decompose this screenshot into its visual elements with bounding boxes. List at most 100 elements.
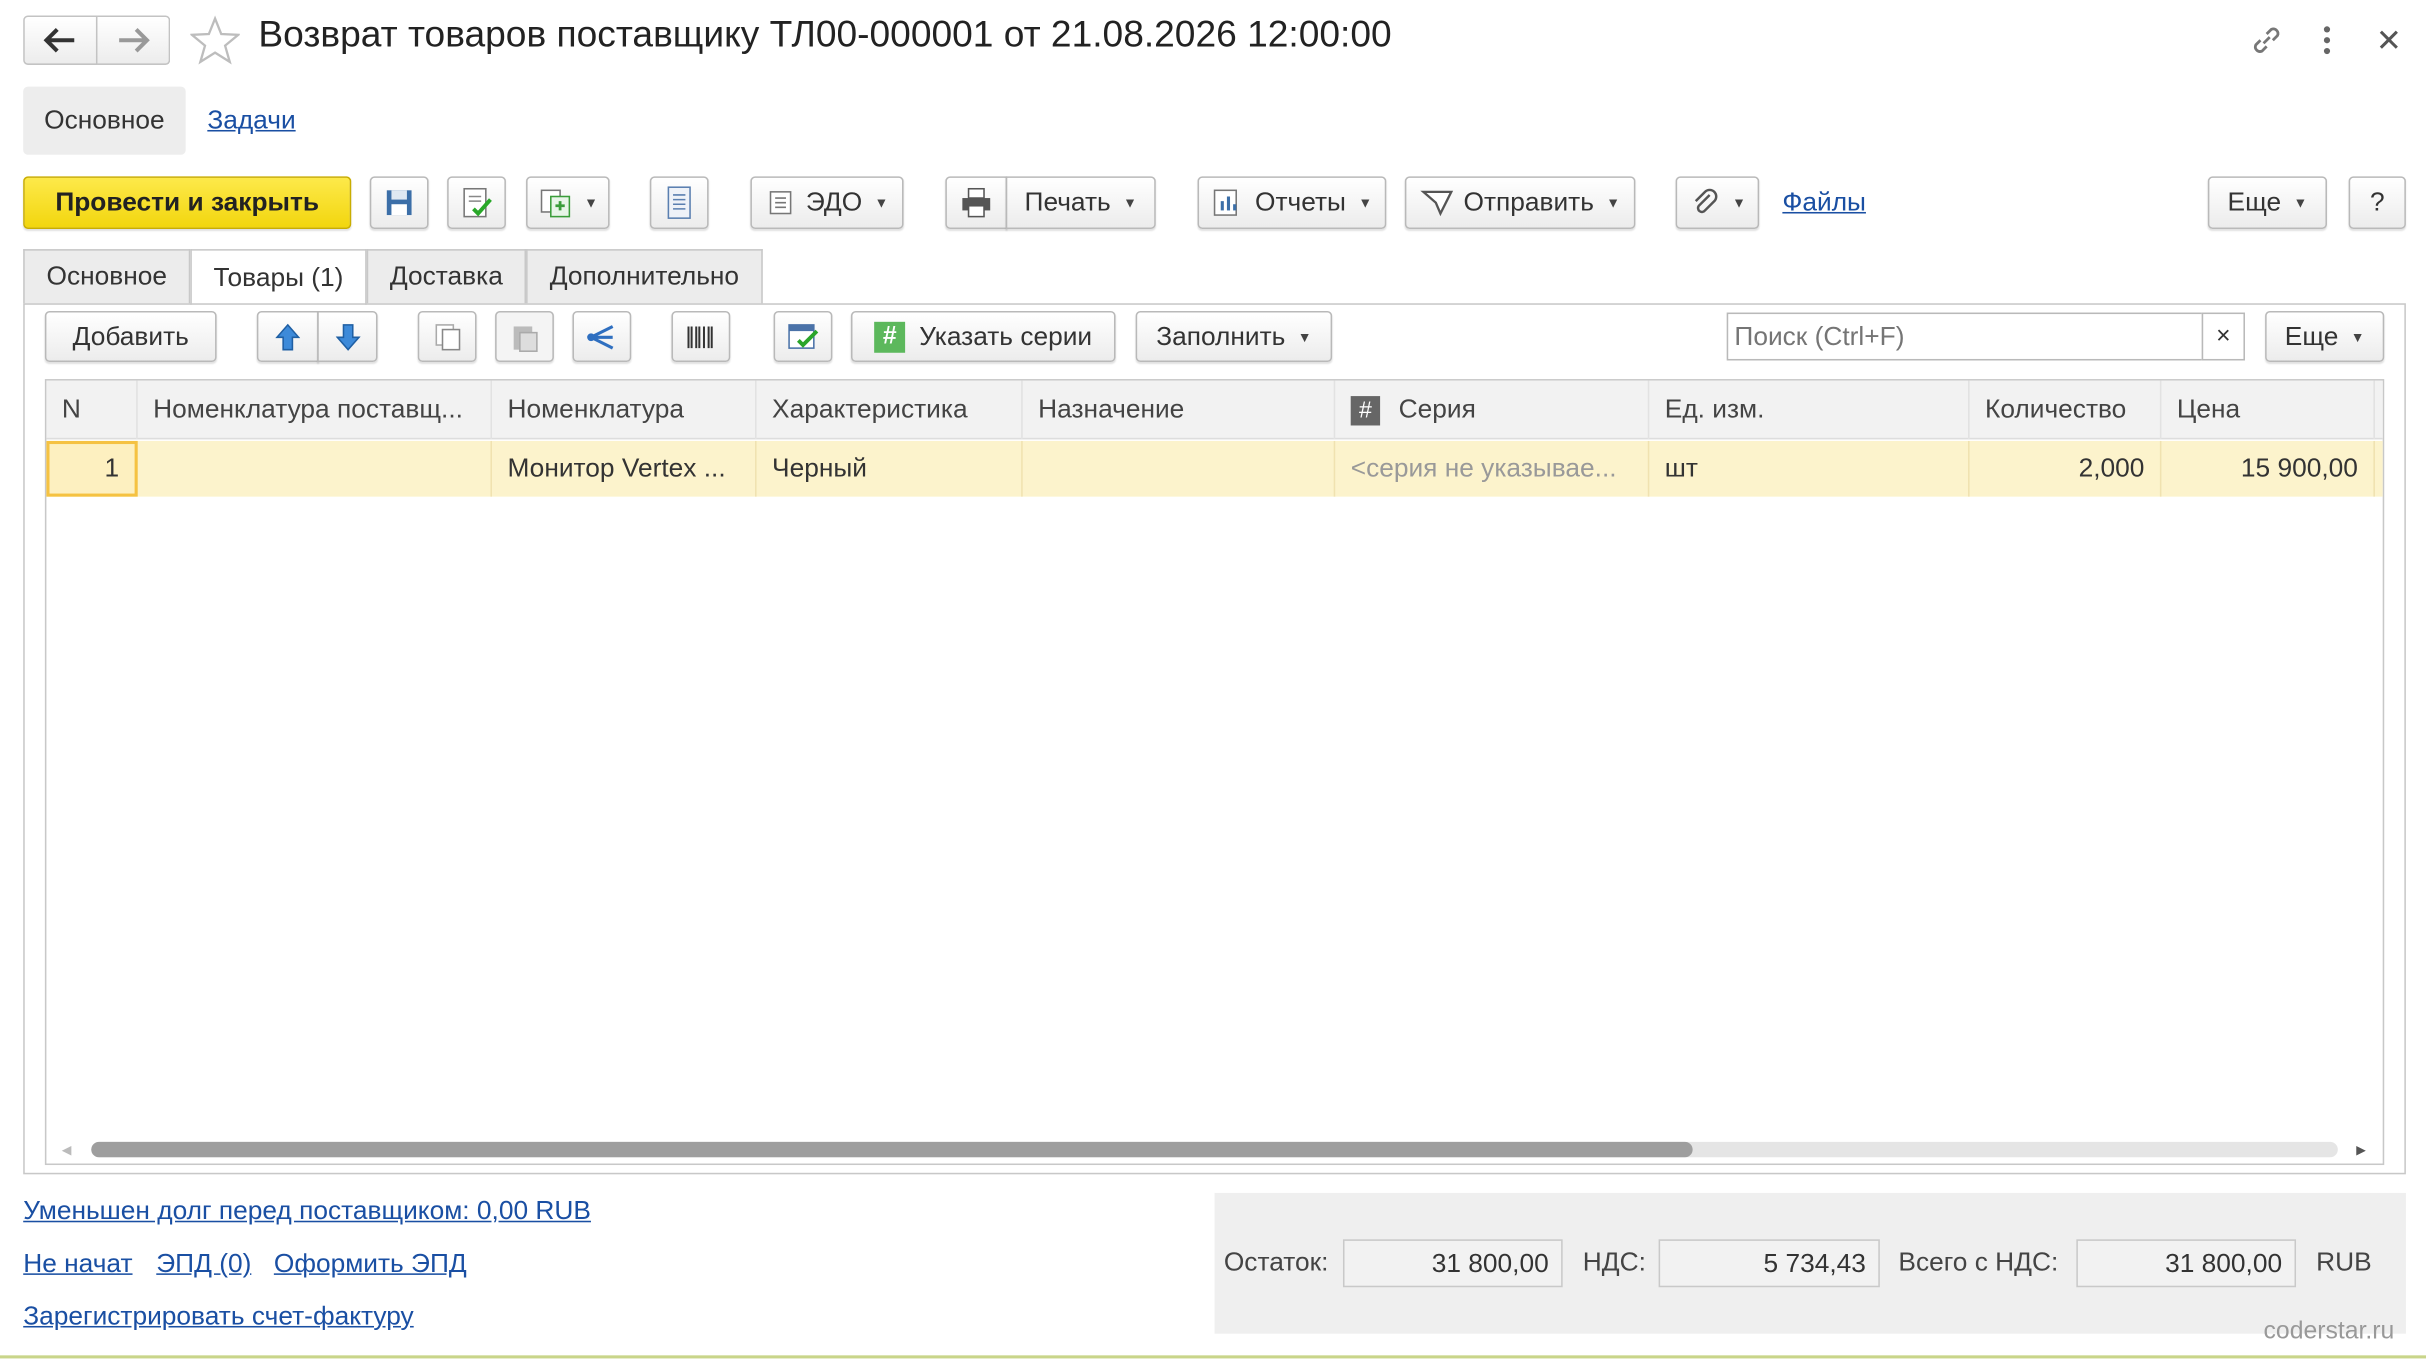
cell-text: 2,000 bbox=[2078, 453, 2145, 483]
save-button[interactable] bbox=[369, 176, 429, 229]
more-vertical-icon[interactable] bbox=[2315, 22, 2340, 59]
link-icon[interactable] bbox=[2248, 22, 2285, 59]
column-header-unit[interactable]: Ед. изм. bbox=[1649, 380, 1970, 440]
column-header-nomenclature[interactable]: Номенклатура bbox=[492, 380, 757, 440]
structure-button[interactable] bbox=[649, 176, 709, 229]
scroll-left-arrow[interactable]: ◀ bbox=[56, 1139, 78, 1161]
epd-link[interactable]: ЭПД (0) bbox=[156, 1249, 251, 1280]
share-icon bbox=[587, 324, 614, 349]
column-header-characteristic[interactable]: Характеристика bbox=[757, 380, 1023, 440]
vat-field: 5 734,43 bbox=[1658, 1239, 1880, 1288]
fill-button[interactable]: Заполнить ▼ bbox=[1135, 310, 1333, 363]
more-button[interactable]: Еще ▼ bbox=[2207, 176, 2327, 229]
post-and-close-label: Провести и закрыть bbox=[55, 187, 320, 217]
cell-text: 15 900,00 bbox=[2240, 453, 2358, 483]
status-link[interactable]: Не начат bbox=[23, 1249, 132, 1280]
close-icon[interactable]: ✕ bbox=[2372, 22, 2406, 59]
tab-main[interactable]: Основное bbox=[23, 249, 191, 304]
paste-button[interactable] bbox=[495, 310, 554, 363]
paperclip-icon bbox=[1694, 188, 1717, 214]
register-invoice-link[interactable]: Зарегистрировать счет-фактуру bbox=[23, 1301, 413, 1332]
move-up-button[interactable] bbox=[256, 310, 319, 363]
balance-label: Остаток: bbox=[1223, 1247, 1329, 1277]
save-icon bbox=[386, 190, 412, 216]
table-more-button[interactable]: Еще ▼ bbox=[2265, 310, 2385, 363]
column-header-label: Цена bbox=[2176, 394, 2241, 424]
nav-tab-main[interactable]: Основное bbox=[23, 86, 186, 155]
debt-link[interactable]: Уменьшен долг перед поставщиком: 0,00 RU… bbox=[23, 1196, 591, 1227]
column-header-label: Назначение bbox=[1038, 394, 1185, 424]
clear-icon: × bbox=[2216, 322, 2231, 349]
send-button[interactable]: Отправить ▼ bbox=[1404, 176, 1636, 229]
move-down-button[interactable] bbox=[317, 310, 378, 363]
specify-series-button[interactable]: # Указать серии bbox=[850, 310, 1116, 363]
reports-button[interactable]: Отчеты ▼ bbox=[1197, 176, 1387, 229]
check-button[interactable] bbox=[773, 310, 833, 363]
files-link[interactable]: Файлы bbox=[1782, 187, 1866, 218]
column-header-label: Характеристика bbox=[772, 394, 968, 424]
scrollbar-thumb[interactable] bbox=[91, 1141, 1693, 1158]
edo-label: ЭДО bbox=[805, 187, 863, 217]
tab-delivery[interactable]: Доставка bbox=[366, 249, 527, 304]
add-button[interactable]: Добавить bbox=[44, 310, 217, 363]
arrow-down-icon bbox=[334, 323, 360, 351]
forward-button[interactable] bbox=[97, 15, 171, 65]
horizontal-scrollbar[interactable] bbox=[91, 1141, 2338, 1158]
cell-nomenclature[interactable]: Монитор Vertex ... bbox=[492, 440, 757, 497]
barcode-button[interactable] bbox=[671, 310, 731, 363]
column-header-label: N bbox=[61, 394, 81, 424]
print-button[interactable]: Печать ▼ bbox=[1005, 176, 1156, 229]
add-label: Добавить bbox=[72, 321, 189, 351]
page-title: Возврат товаров поставщику ТЛ00-000001 о… bbox=[258, 13, 1392, 56]
tab-main-label: Основное bbox=[46, 261, 168, 291]
column-header-n[interactable]: N bbox=[46, 380, 138, 440]
tab-additional[interactable]: Дополнительно bbox=[526, 249, 763, 304]
column-header-series[interactable]: # Серия bbox=[1335, 380, 1650, 440]
cell-purpose[interactable] bbox=[1023, 440, 1336, 497]
list-document-icon bbox=[667, 186, 691, 219]
column-header-label: Ед. изм. bbox=[1664, 394, 1765, 424]
cell-supplier-nomenclature[interactable] bbox=[138, 440, 493, 497]
edo-button[interactable]: ЭДО ▼ bbox=[750, 176, 904, 229]
create-based-icon bbox=[540, 189, 570, 218]
favorite-star-icon[interactable] bbox=[188, 15, 242, 65]
tab-goods[interactable]: Товары (1) bbox=[190, 249, 367, 305]
nav-tab-tasks[interactable]: Задачи bbox=[207, 105, 295, 136]
back-button[interactable] bbox=[23, 15, 98, 65]
copy-button[interactable] bbox=[417, 310, 477, 363]
print-icon-button[interactable] bbox=[945, 176, 1008, 229]
cell-text: <серия не указывае... bbox=[1350, 453, 1617, 483]
attach-button[interactable]: ▼ bbox=[1675, 176, 1760, 229]
cell-unit[interactable]: шт bbox=[1649, 440, 1970, 497]
balance-value: 31 800,00 bbox=[1431, 1247, 1549, 1278]
cell-quantity[interactable]: 2,000 bbox=[1970, 440, 2162, 497]
make-epd-link[interactable]: Оформить ЭПД bbox=[274, 1249, 467, 1280]
specify-series-label: Указать серии bbox=[919, 321, 1093, 351]
tab-delivery-label: Доставка bbox=[389, 261, 503, 291]
column-header-quantity[interactable]: Количество bbox=[1970, 380, 2162, 440]
post-document-icon bbox=[463, 187, 492, 218]
column-header-label: Номенклатура поставщ... bbox=[153, 394, 463, 424]
distribute-button[interactable] bbox=[572, 310, 632, 363]
cell-characteristic[interactable]: Черный bbox=[757, 440, 1023, 497]
cell-n[interactable]: 1 bbox=[46, 440, 138, 497]
total-label: Всего с НДС: bbox=[1898, 1247, 2059, 1277]
scroll-right-arrow[interactable]: ▶ bbox=[2350, 1139, 2372, 1161]
column-header-purpose[interactable]: Назначение bbox=[1023, 380, 1336, 440]
search-input[interactable] bbox=[1726, 312, 2204, 361]
column-header-supplier-nomenclature[interactable]: Номенклатура поставщ... bbox=[138, 380, 493, 440]
column-header-price[interactable]: Цена bbox=[2161, 380, 2375, 440]
tab-goods-label: Товары (1) bbox=[213, 262, 344, 292]
tab-additional-label: Дополнительно bbox=[549, 261, 740, 291]
send-label: Отправить bbox=[1463, 187, 1594, 217]
post-and-close-button[interactable]: Провести и закрыть bbox=[23, 176, 352, 229]
cell-text: Монитор Vertex ... bbox=[507, 453, 726, 483]
cell-series[interactable]: <серия не указывае... bbox=[1335, 440, 1650, 497]
create-based-on-button[interactable]: ▼ bbox=[526, 176, 610, 229]
arrow-up-icon bbox=[275, 322, 301, 350]
post-button[interactable] bbox=[447, 176, 506, 229]
cell-price[interactable]: 15 900,00 bbox=[2161, 440, 2375, 497]
help-button[interactable]: ? bbox=[2348, 176, 2406, 229]
search-clear-button[interactable]: × bbox=[2201, 312, 2245, 361]
cell-text: Черный bbox=[772, 453, 867, 483]
